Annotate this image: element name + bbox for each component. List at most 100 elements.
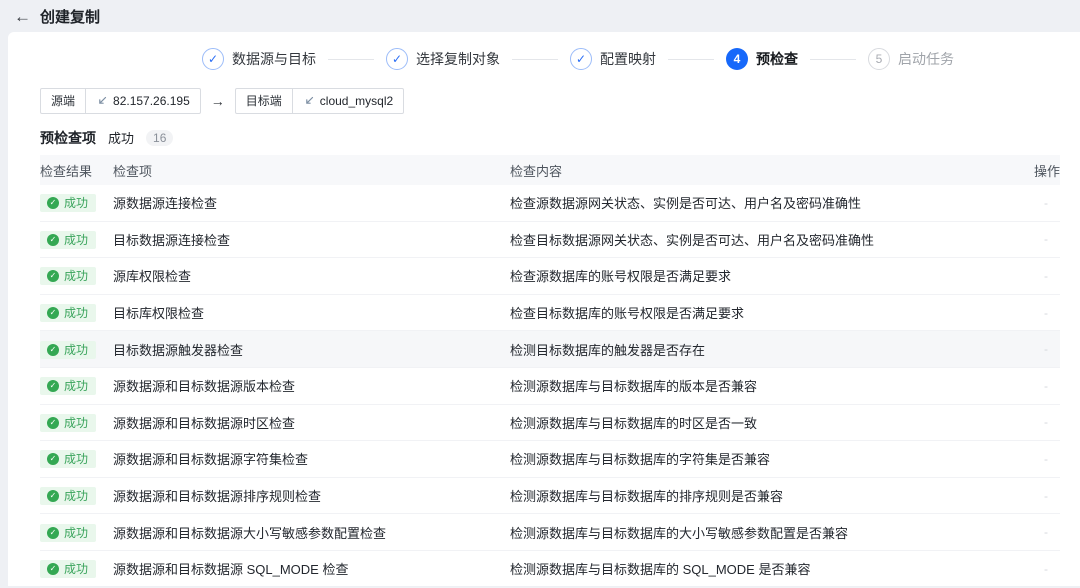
check-result-cell: ✓ 成功 (40, 486, 113, 506)
status-badge-label: 成功 (64, 525, 89, 540)
action-cell: - (1044, 268, 1048, 283)
stepper-step[interactable]: 5 启动任务 (868, 48, 954, 70)
table-header-row: 检查结果 检查项 检查内容 操作 (40, 155, 1060, 185)
stepper-step[interactable]: ✓ 选择复制对象 (386, 48, 500, 70)
check-content-cell: 检测源数据库与目标数据库的版本是否兼容 (510, 379, 758, 395)
status-badge-label: 成功 (64, 489, 89, 504)
stepper-step[interactable]: 4 预检查 (726, 48, 798, 70)
action-cell: - (1044, 378, 1048, 393)
step-indicator: 5 (868, 48, 890, 70)
status-badge: ✓ 成功 (40, 377, 97, 396)
step-label: 配置映射 (600, 51, 656, 67)
check-result-cell: ✓ 成功 (40, 266, 113, 286)
action-cell: - (1044, 232, 1048, 247)
check-item-cell: 源数据源和目标数据源排序规则检查 (113, 489, 322, 505)
summary-count-badge: 16 (146, 129, 174, 146)
stepper: ✓ 数据源与目标 ✓ 选择复制对象 ✓ 配置映射 4 预检查 5 启动任务 (40, 48, 1060, 70)
step-check-icon: ✓ (570, 48, 592, 70)
action-cell: - (1044, 305, 1048, 320)
precheck-summary: 预检查项 成功 16 (40, 128, 1060, 147)
status-badge: ✓ 成功 (40, 450, 97, 469)
action-cell: - (1044, 525, 1048, 540)
check-item-cell: 源数据源和目标数据源版本检查 (113, 379, 296, 395)
check-result-cell: ✓ 成功 (40, 413, 113, 432)
page-header: ← 创建复制 (0, 0, 1080, 32)
datasource-icon (99, 96, 107, 104)
check-item-cell: 源数据源和目标数据源时区检查 (113, 415, 296, 431)
check-item-cell: 目标库权限检查 (113, 306, 205, 322)
table-row: ✓ 成功 源数据源和目标数据源排序规则检查 检测源数据库与目标数据库的排序规则是… (40, 478, 1060, 515)
action-cell: - (1044, 415, 1048, 430)
back-button[interactable]: ← (14, 8, 31, 25)
summary-status-label: 成功 (108, 131, 135, 146)
check-result-cell: ✓ 成功 (40, 449, 113, 469)
step-label: 选择复制对象 (416, 51, 500, 67)
check-content-cell: 检查目标数据源网关状态、实例是否可达、用户名及密码准确性 (510, 232, 875, 248)
status-badge-label: 成功 (64, 342, 89, 357)
table-row: ✓ 成功 源库权限检查 检查源数据库的账号权限是否满足要求 - (40, 258, 1060, 295)
status-badge: ✓ 成功 (40, 267, 97, 286)
check-content-cell: 检查源数据库的账号权限是否满足要求 (510, 269, 732, 285)
check-item-cell: 目标数据源触发器检查 (113, 342, 244, 358)
precheck-card: ✓ 数据源与目标 ✓ 选择复制对象 ✓ 配置映射 4 预检查 5 启动任务 源端… (8, 32, 1080, 588)
success-check-icon: ✓ (47, 453, 59, 466)
summary-title: 预检查项 (40, 129, 96, 146)
status-badge: ✓ 成功 (40, 523, 97, 542)
source-endpoint-tag: 源端 82.157.26.195 (40, 88, 201, 114)
table-row: ✓ 成功 目标库权限检查 检查目标数据库的账号权限是否满足要求 - (40, 295, 1060, 332)
step-label: 预检查 (756, 51, 798, 67)
table-row: ✓ 成功 源数据源和目标数据源 SQL_MODE 检查 检测源数据库与目标数据库… (40, 551, 1060, 588)
table-row: ✓ 成功 源数据源和目标数据源时区检查 检测源数据库与目标数据库的时区是否一致 … (40, 405, 1060, 442)
page-title: 创建复制 (40, 8, 101, 26)
step-indicator: 4 (726, 48, 748, 70)
success-check-icon: ✓ (47, 270, 59, 283)
check-result-cell: ✓ 成功 (40, 193, 113, 213)
check-result-cell: ✓ 成功 (40, 230, 113, 249)
source-endpoint-value: 82.157.26.195 (86, 89, 200, 113)
success-check-icon: ✓ (47, 490, 59, 503)
stepper-step[interactable]: ✓ 数据源与目标 (202, 48, 316, 70)
step-check-icon: ✓ (202, 48, 224, 70)
table-row: ✓ 成功 目标数据源连接检查 检查目标数据源网关状态、实例是否可达、用户名及密码… (40, 222, 1060, 259)
check-item-cell: 源库权限检查 (113, 269, 192, 285)
step-connector (328, 58, 374, 60)
action-cell: - (1044, 195, 1048, 210)
check-result-cell: ✓ 成功 (40, 340, 113, 359)
table-row: ✓ 成功 源数据源和目标数据源大小写敏感参数配置检查 检测源数据库与目标数据库的… (40, 514, 1060, 551)
datasource-icon (305, 96, 313, 104)
status-badge: ✓ 成功 (40, 304, 97, 323)
action-cell: - (1044, 561, 1048, 576)
check-result-cell: ✓ 成功 (40, 303, 113, 323)
status-badge-label: 成功 (64, 452, 89, 467)
status-badge-label: 成功 (64, 269, 89, 284)
status-badge: ✓ 成功 (40, 560, 97, 579)
check-result-cell: ✓ 成功 (40, 559, 113, 579)
success-check-icon: ✓ (47, 197, 59, 210)
check-item-cell: 源数据源和目标数据源大小写敏感参数配置检查 (113, 525, 387, 541)
col-header-item: 检查项 (113, 163, 153, 179)
arrow-right-icon: → (210, 93, 225, 109)
source-endpoint-text: 82.157.26.195 (113, 94, 190, 108)
status-badge-label: 成功 (64, 306, 89, 321)
status-badge-label: 成功 (64, 232, 89, 247)
success-check-icon: ✓ (47, 526, 59, 539)
step-connector (810, 58, 856, 60)
check-item-cell: 源数据源和目标数据源字符集检查 (113, 452, 309, 468)
step-label: 启动任务 (898, 51, 954, 67)
status-badge: ✓ 成功 (40, 487, 97, 506)
table-row: ✓ 成功 源数据源和目标数据源字符集检查 检测源数据库与目标数据库的字符集是否兼… (40, 441, 1060, 478)
check-content-cell: 检测源数据库与目标数据库的 SQL_MODE 是否兼容 (510, 562, 811, 578)
check-content-cell: 检测源数据库与目标数据库的大小写敏感参数配置是否兼容 (510, 525, 849, 541)
stepper-step[interactable]: ✓ 配置映射 (570, 48, 656, 70)
status-badge: ✓ 成功 (40, 194, 97, 213)
success-check-icon: ✓ (47, 563, 59, 576)
col-header-result: 检查结果 (40, 163, 93, 179)
target-endpoint-value: cloud_mysql2 (293, 89, 403, 113)
table-row: ✓ 成功 源数据源连接检查 检查源数据源网关状态、实例是否可达、用户名及密码准确… (40, 185, 1060, 222)
success-check-icon: ✓ (47, 380, 59, 393)
target-endpoint-label: 目标端 (236, 89, 293, 113)
status-badge-label: 成功 (64, 415, 89, 430)
step-connector (512, 58, 558, 60)
check-item-cell: 源数据源和目标数据源 SQL_MODE 检查 (113, 562, 349, 578)
status-badge-label: 成功 (64, 196, 89, 211)
